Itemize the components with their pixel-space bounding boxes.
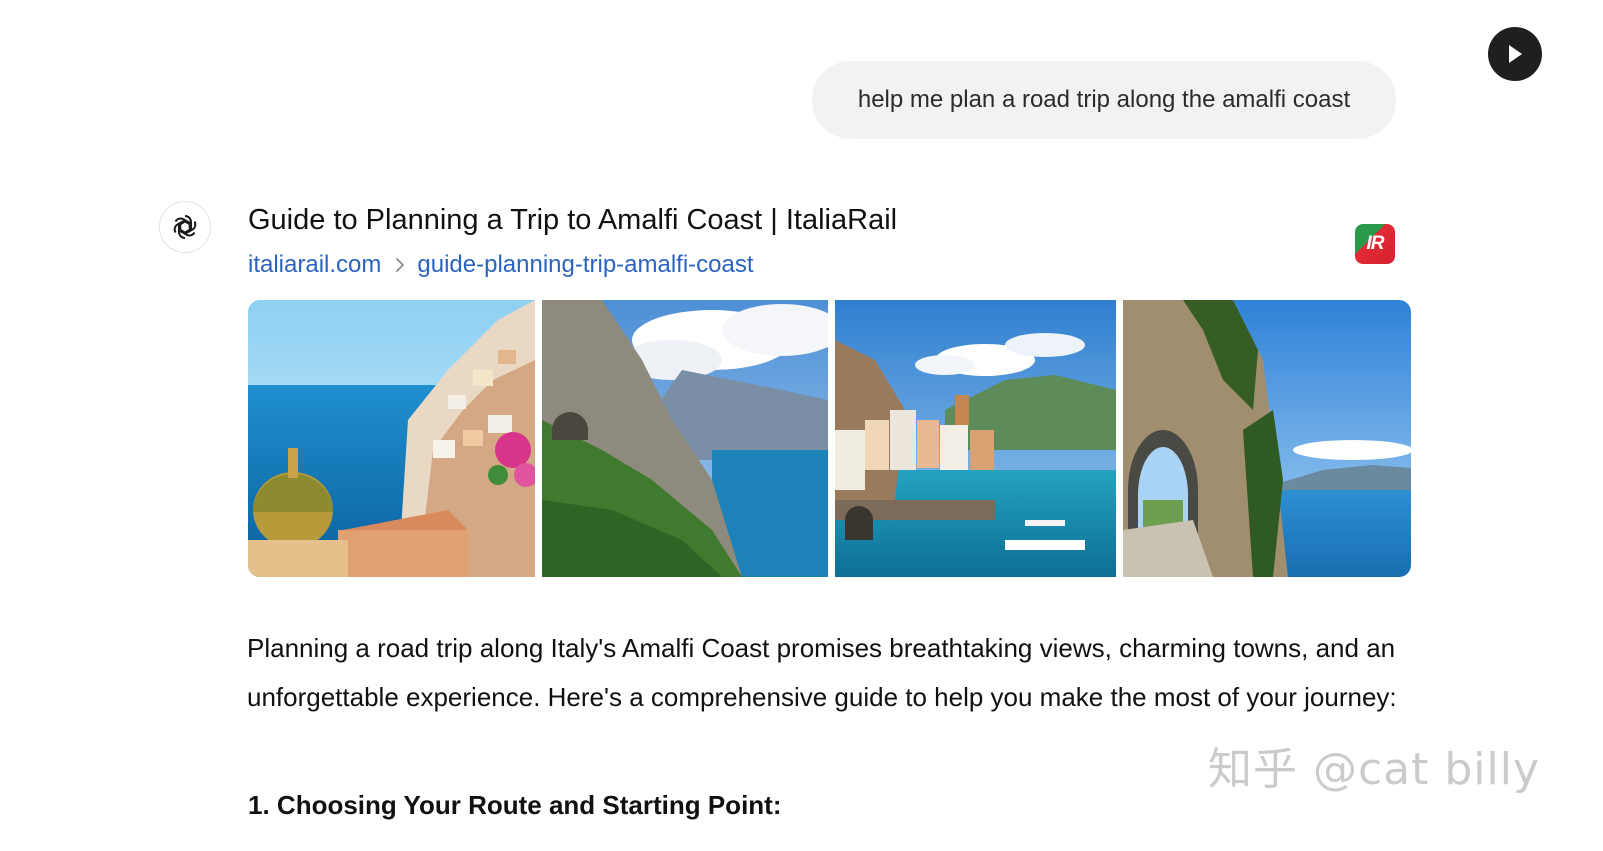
italiarail-logo-icon[interactable]: IR xyxy=(1355,224,1395,264)
assistant-avatar xyxy=(159,201,211,253)
response-intro-paragraph: Planning a road trip along Italy's Amalf… xyxy=(247,633,1397,712)
source-domain[interactable]: italiarail.com xyxy=(248,251,381,279)
user-message-text: help me plan a road trip along the amalf… xyxy=(857,86,1351,113)
source-title-link[interactable]: Guide to Planning a Trip to Amalfi Coast… xyxy=(248,204,897,237)
play-button[interactable] xyxy=(1488,27,1542,81)
section-title: Choosing Your Route and Starting Point: xyxy=(276,790,782,820)
rock-tunnel-road-photo[interactable] xyxy=(1123,300,1411,577)
section-heading: 1. Choosing Your Route and Starting Poin… xyxy=(248,790,781,821)
section-number: 1. xyxy=(248,790,270,820)
cliffs-coast-photo[interactable] xyxy=(542,300,828,577)
site-logo-text: IR xyxy=(1366,233,1385,254)
user-message-bubble: help me plan a road trip along the amalf… xyxy=(812,61,1396,139)
play-icon xyxy=(1509,45,1522,63)
source-url[interactable]: italiarail.com guide-planning-trip-amalf… xyxy=(248,251,754,279)
source-path[interactable]: guide-planning-trip-amalfi-coast xyxy=(417,251,753,279)
chevron-right-icon xyxy=(395,257,405,273)
openai-logo-icon xyxy=(173,215,197,239)
watermark: 知乎 @cat billy xyxy=(1208,744,1541,795)
positano-photo[interactable] xyxy=(248,300,535,577)
atrani-village-photo[interactable] xyxy=(835,300,1116,577)
